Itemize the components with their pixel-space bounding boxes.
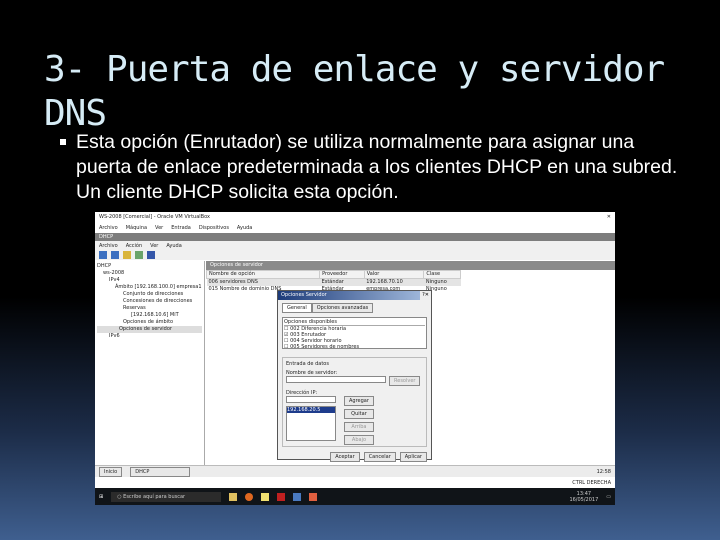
- notifications-icon[interactable]: ▭: [606, 494, 611, 500]
- firefox-icon[interactable]: [245, 492, 254, 501]
- vbox-status: CTRL DERECHA: [95, 477, 615, 488]
- cancel-button[interactable]: Cancelar: [363, 452, 396, 462]
- bullet-icon: [60, 139, 66, 145]
- powerpoint-icon[interactable]: [309, 492, 318, 501]
- column-header[interactable]: Proveedor: [319, 270, 365, 279]
- close-icon[interactable]: ?✕: [420, 291, 431, 300]
- option-item[interactable]: ☐ 005 Servidores de nombres: [284, 344, 425, 350]
- pane-title: Opciones de servidor: [206, 261, 615, 270]
- mmc-titlebar: DHCP: [95, 233, 615, 241]
- group-label: Entrada de datos: [286, 361, 329, 367]
- column-header[interactable]: Nombre de opción: [205, 270, 321, 279]
- menu-item[interactable]: Ayuda: [237, 225, 252, 231]
- options-list[interactable]: Opciones disponibles ☐ 002 Diferencia ho…: [282, 317, 427, 350]
- date: 16/05/2017: [569, 496, 599, 503]
- column-header[interactable]: Valor: [363, 270, 425, 279]
- resolve-button[interactable]: Resolver: [389, 376, 421, 386]
- acrobat-icon[interactable]: [277, 492, 286, 501]
- option-label: 005 Servidores de nombres: [290, 344, 360, 350]
- windows-icon[interactable]: ⊞: [99, 494, 103, 500]
- vm-statusbar: Inicio DHCP 12:58: [95, 465, 615, 477]
- tree-item[interactable]: Opciones de ámbito: [97, 319, 202, 326]
- notes-icon[interactable]: [261, 492, 270, 501]
- tree-item[interactable]: [192.168.10.6] MiT: [97, 312, 202, 319]
- ok-button[interactable]: Aceptar: [330, 452, 360, 462]
- close-icon[interactable]: ✕: [607, 214, 611, 220]
- cell: Ninguno: [425, 279, 447, 285]
- tree-item-selected[interactable]: Opciones de servidor: [97, 326, 202, 333]
- guest-clock: 12:58: [596, 468, 611, 475]
- tree-item[interactable]: Concesiones de direcciones: [97, 298, 202, 305]
- search-box[interactable]: ○ Escribe aquí para buscar: [111, 491, 222, 502]
- vm-title: WS-2008 [Comercial] - Oracle VM VirtualB…: [99, 214, 210, 220]
- tab-general[interactable]: General: [282, 303, 312, 313]
- dialog-title: Opciones Servidor: [281, 292, 327, 298]
- slide-bullet: Esta opción (Enrutador) se utiliza norma…: [46, 130, 686, 205]
- remove-button[interactable]: Quitar: [344, 409, 374, 419]
- tab-advanced[interactable]: Opciones avanzadas: [311, 303, 374, 313]
- search-placeholder: Escribe aquí para buscar: [123, 493, 186, 500]
- menu-item[interactable]: Ver: [150, 243, 158, 249]
- help-icon[interactable]: [147, 251, 155, 259]
- slide-title: 3- Puerta de enlace y servidor DNS: [44, 49, 665, 134]
- tree-item[interactable]: DHCP: [97, 263, 202, 270]
- system-clock[interactable]: 13:47 16/05/2017: [569, 491, 598, 503]
- ip-list-item[interactable]: 192.168.20.5: [287, 407, 335, 413]
- vm-titlebar: WS-2008 [Comercial] - Oracle VM VirtualB…: [95, 212, 615, 222]
- ip-input[interactable]: [286, 396, 336, 403]
- server-name-input[interactable]: [286, 376, 386, 383]
- bullet-text: Esta opción (Enrutador) se utiliza norma…: [76, 131, 678, 203]
- dialog-titlebar: Opciones Servidor ?✕: [278, 291, 431, 300]
- cell: Estándar: [321, 279, 344, 285]
- menu-item[interactable]: Archivo: [99, 225, 118, 231]
- host-key: CTRL DERECHA: [572, 479, 611, 486]
- menu-item[interactable]: Dispositivos: [199, 225, 229, 231]
- toolbar: [95, 250, 615, 260]
- back-icon[interactable]: [99, 251, 107, 259]
- start-button[interactable]: Inicio: [99, 466, 123, 477]
- taskbar-item-dhcp[interactable]: DHCP: [130, 466, 191, 477]
- data-entry-group: Entrada de datos Nombre de servidor: Res…: [282, 357, 427, 447]
- up-button[interactable]: Arriba: [344, 422, 374, 432]
- cell: 192.168.70.10: [366, 279, 403, 285]
- tree-item[interactable]: Conjunto de direcciones: [97, 291, 202, 298]
- menu-item[interactable]: Archivo: [99, 243, 118, 249]
- table-row[interactable]: 006 servidores DNS Estándar 192.168.70.10 N…: [206, 278, 461, 286]
- tree-item[interactable]: IPv4: [97, 277, 202, 284]
- forward-icon[interactable]: [111, 251, 119, 259]
- list-header: Opciones disponibles: [284, 319, 425, 326]
- explorer-icon[interactable]: [229, 492, 238, 501]
- menu-item[interactable]: Máquina: [126, 225, 147, 231]
- tree-item[interactable]: Reservas: [97, 305, 202, 312]
- tree-pane: DHCP ws-2008 IPv4 Ámbito [192.168.100.0]…: [95, 261, 205, 465]
- tree-item[interactable]: ws-2008: [97, 270, 202, 277]
- add-button[interactable]: Agregar: [344, 396, 374, 406]
- cell: 006 servidores DNS: [208, 279, 258, 285]
- apply-button[interactable]: Aplicar: [399, 452, 427, 462]
- tree-item[interactable]: IPv6: [97, 333, 202, 340]
- down-button[interactable]: Abajo: [344, 435, 374, 445]
- screenshot: WS-2008 [Comercial] - Oracle VM VirtualB…: [95, 212, 615, 505]
- windows-taskbar: ⊞ ○ Escribe aquí para buscar 13:47 16/05/…: [95, 488, 615, 505]
- menu-item[interactable]: Entrada: [171, 225, 191, 231]
- refresh-icon[interactable]: [135, 251, 143, 259]
- mmc-menu: Archivo Acción Ver Ayuda: [95, 241, 615, 250]
- vm-menu: Archivo Máquina Ver Entrada Dispositivos Ayud…: [95, 222, 615, 233]
- menu-item[interactable]: Ayuda: [166, 243, 181, 249]
- menu-item[interactable]: Ver: [155, 225, 163, 231]
- folder-icon[interactable]: [123, 251, 131, 259]
- ip-list[interactable]: 192.168.20.5: [286, 406, 336, 441]
- mmc-title: DHCP: [99, 234, 114, 240]
- virtualbox-icon[interactable]: [293, 492, 302, 501]
- server-options-dialog: Opciones Servidor ?✕ General Opciones avan…: [277, 290, 432, 462]
- menu-item[interactable]: Acción: [126, 243, 142, 249]
- column-header[interactable]: Clase: [423, 270, 461, 279]
- tree-item[interactable]: Ámbito [192.168.100.0] empresa1: [97, 284, 202, 291]
